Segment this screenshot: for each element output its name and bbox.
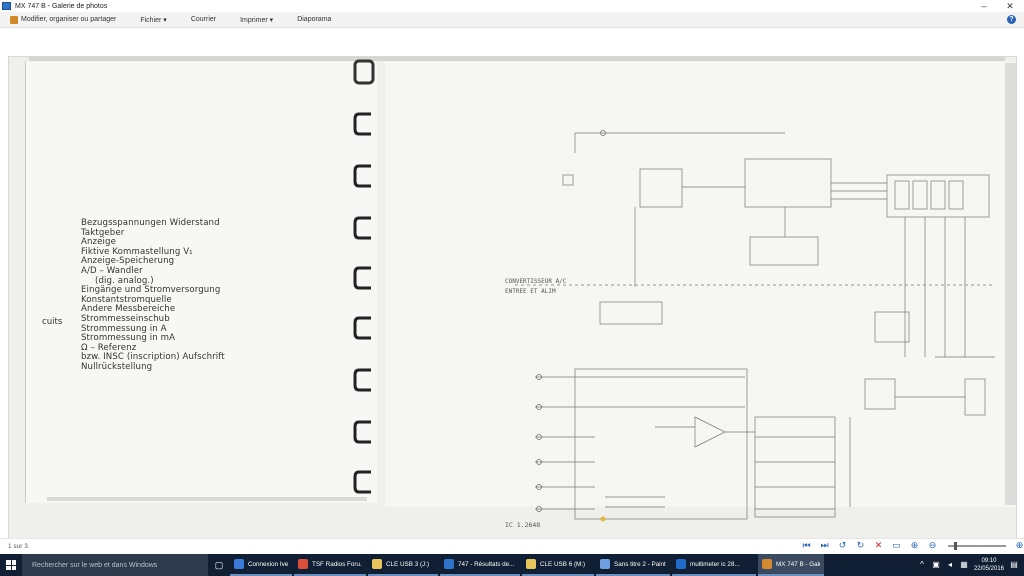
edit-organize-share-button[interactable]: Modifier, organiser ou partager — [10, 15, 117, 24]
window-title: MX 747 B - Galerie de photos — [15, 2, 108, 10]
rotate-right-icon[interactable]: ↻ — [856, 541, 865, 550]
binding-ring — [353, 470, 371, 494]
binding-ring — [353, 112, 371, 136]
side-fragment-text: cuits — [42, 317, 63, 327]
taskbar-app-label: CLE USB 3 (J:) — [386, 560, 430, 568]
clock-time: 09:10 — [981, 558, 997, 564]
windows-taskbar: Rechercher sur le web et dans Windows ▢ … — [0, 554, 1024, 576]
taskbar-app-button[interactable]: Connexion Ivet — [230, 554, 292, 576]
help-icon[interactable]: ? — [1007, 15, 1016, 24]
taskbar-app-button[interactable]: CLE USB 3 (J:) — [368, 554, 438, 576]
app-icon — [298, 559, 308, 569]
binding-ring — [353, 59, 375, 85]
binding-ring — [353, 266, 371, 290]
circuit-schematic: CONVERTISSEUR A/C ENTREE ET ALIM IC 1.26… — [505, 130, 995, 529]
zoom-slider[interactable] — [948, 541, 1006, 550]
app-icon — [676, 559, 686, 569]
slideshow-button[interactable]: Diaporama — [297, 16, 331, 23]
print-menu-label: Imprimer ▾ — [240, 16, 274, 24]
rotate-left-icon[interactable]: ↺ — [838, 541, 847, 550]
binding-ring — [353, 316, 371, 340]
zoom-slider-thumb[interactable] — [954, 541, 957, 550]
taskbar-search-box[interactable]: Rechercher sur le web et dans Windows — [22, 554, 208, 576]
binding-ring — [353, 164, 371, 188]
file-menu-label: Fichier ▾ — [140, 16, 167, 24]
binding-ring — [353, 368, 371, 392]
start-button[interactable] — [0, 554, 22, 576]
edit-organize-share-label: Modifier, organiser ou partager — [21, 16, 117, 23]
search-placeholder: Rechercher sur le web et dans Windows — [32, 561, 158, 569]
photo-gallery-window: MX 747 B - Galerie de photos – ✕ Modifie… — [0, 0, 1024, 576]
command-bar: Modifier, organiser ou partager Fichier … — [0, 12, 1024, 28]
app-icon — [600, 559, 610, 569]
viewer-toolbar: ⏮ ⏭ ↺ ↻ ✕ ▭ ⊕ ⊖ ⊕ — [802, 541, 1024, 550]
binding-ring — [353, 216, 371, 240]
photo-viewer: cuits Bezugsspannungen Widerstand Taktge… — [0, 29, 1024, 539]
converter-label: CONVERTISSEUR A/C — [505, 278, 567, 285]
taskbar-app-button[interactable]: CLE USB 6 (M:) — [522, 554, 594, 576]
taskbar-app-button[interactable]: multimeter ic 28... — [672, 554, 756, 576]
app-icon — [762, 559, 772, 569]
app-icon — [234, 559, 244, 569]
taskbar-app-label: multimeter ic 28... — [690, 560, 740, 568]
app-icon — [2, 2, 11, 10]
previous-icon[interactable]: ⏮ — [802, 541, 811, 550]
taskbar-app-label: TSF Radios Foru... — [312, 560, 362, 568]
taskbar-app-button[interactable]: MX 747 B - Galeri... — [758, 554, 824, 576]
german-index-list: Bezugsspannungen Widerstand Taktgeber An… — [81, 218, 225, 373]
taskbar-app-label: Sans titre 2 - Paint — [614, 560, 666, 568]
email-label: Courrier — [190, 16, 217, 23]
taskbar-app-button[interactable]: TSF Radios Foru... — [294, 554, 366, 576]
schematic-reference: IC 1.2648 — [505, 521, 540, 529]
taskbar-app-label: MX 747 B - Galeri... — [776, 560, 820, 568]
photo-count: 1 sur 3 — [8, 543, 28, 550]
taskbar-app-label: Connexion Ivet — [248, 560, 288, 568]
taskbar-app-label: 747 - Résultats de... — [458, 560, 515, 568]
file-menu-button[interactable]: Fichier ▾ — [140, 16, 166, 24]
zoom-in-icon[interactable]: ⊕ — [1015, 541, 1024, 550]
chevron-up-icon[interactable]: ^ — [918, 561, 926, 569]
clock-date: 22/05/2016 — [973, 566, 1004, 572]
clock[interactable]: 09:10 22/05/2016 — [974, 557, 1004, 573]
binding-ring — [353, 420, 371, 444]
scanned-document-photo: cuits Bezugsspannungen Widerstand Taktge… — [8, 56, 1017, 539]
delete-icon[interactable]: ✕ — [874, 541, 883, 550]
system-tray: ^ ▣ ◂ ▦ 09:10 22/05/2016 ▤ — [918, 554, 1024, 576]
fit-icon[interactable]: ⊕ — [910, 541, 919, 550]
status-bar: 1 sur 3 ⏮ ⏭ ↺ ↻ ✕ ▭ ⊕ ⊖ ⊕ — [0, 538, 1024, 554]
network-icon[interactable]: ▣ — [932, 561, 940, 569]
taskbar-app-button[interactable]: Sans titre 2 - Paint — [596, 554, 670, 576]
task-view-icon[interactable]: ▢ — [208, 554, 230, 576]
app-icon — [444, 559, 454, 569]
app-icon — [372, 559, 382, 569]
slideshow-label: Diaporama — [297, 16, 332, 23]
minimize-button[interactable]: – — [970, 0, 998, 12]
edit-icon — [10, 15, 18, 24]
keyboard-icon[interactable]: ▦ — [960, 561, 968, 569]
volume-icon[interactable]: ◂ — [946, 561, 954, 569]
page-bottom-edge — [47, 497, 367, 501]
list-item: Nullrückstellung — [81, 361, 153, 372]
app-icon — [526, 559, 536, 569]
windows-logo-icon — [6, 560, 16, 570]
print-menu-button[interactable]: Imprimer ▾ — [240, 16, 273, 24]
notifications-icon[interactable]: ▤ — [1010, 561, 1018, 569]
taskbar-app-label: CLE USB 6 (M:) — [540, 560, 586, 568]
entry-label: ENTREE ET ALIM — [505, 288, 556, 295]
slideshow-icon[interactable]: ▭ — [892, 541, 901, 550]
title-bar: MX 747 B - Galerie de photos – ✕ — [0, 0, 1024, 12]
next-icon[interactable]: ⏭ — [820, 541, 829, 550]
zoom-out-icon[interactable]: ⊖ — [928, 541, 937, 550]
taskbar-app-button[interactable]: 747 - Résultats de... — [440, 554, 520, 576]
close-button[interactable]: ✕ — [996, 0, 1024, 12]
email-button[interactable]: Courrier — [191, 16, 216, 23]
